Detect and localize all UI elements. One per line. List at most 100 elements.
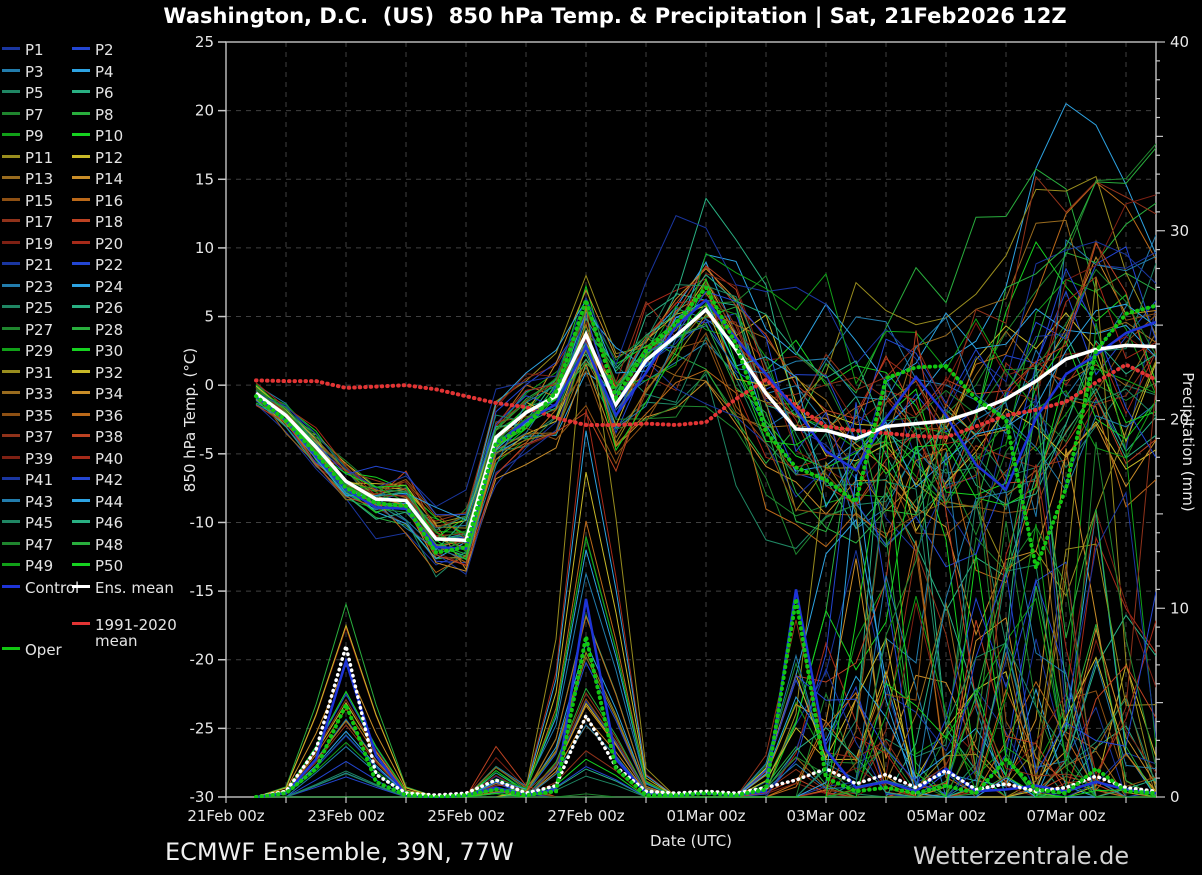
legend-label: P15 xyxy=(25,192,53,210)
svg-text:30: 30 xyxy=(1170,222,1189,240)
legend-member-P5: P5 xyxy=(2,84,44,104)
legend-member-P12: P12 xyxy=(72,149,123,169)
legend-label: P11 xyxy=(25,149,53,167)
legend-member-P36: P36 xyxy=(72,407,123,427)
legend-member-P13: P13 xyxy=(2,170,53,190)
legend-member-P9: P9 xyxy=(2,127,44,147)
svg-text:25: 25 xyxy=(195,33,214,51)
legend-label: P3 xyxy=(25,63,44,81)
legend-swatch xyxy=(72,327,90,330)
svg-text:07Mar 00z: 07Mar 00z xyxy=(1026,807,1105,825)
legend-label: P16 xyxy=(95,192,123,210)
legend-swatch xyxy=(2,327,20,330)
legend-label: P43 xyxy=(25,493,53,511)
svg-text:23Feb 00z: 23Feb 00z xyxy=(307,807,384,825)
legend-label: P44 xyxy=(95,493,123,511)
legend-member-P2: P2 xyxy=(72,41,114,61)
legend-label: P33 xyxy=(25,385,53,403)
legend-swatch xyxy=(72,90,90,93)
legend-member-P42: P42 xyxy=(72,471,123,491)
legend-oper: Oper xyxy=(2,641,62,661)
svg-text:-10: -10 xyxy=(190,513,215,531)
legend-label: P2 xyxy=(95,41,114,59)
svg-text:21Feb 00z: 21Feb 00z xyxy=(187,807,264,825)
legend-member-P28: P28 xyxy=(72,321,123,341)
legend-swatch xyxy=(2,133,20,136)
legend-swatch xyxy=(72,563,90,566)
legend-label: P6 xyxy=(95,84,114,102)
legend-swatch xyxy=(2,112,20,115)
site-watermark: Wetterzentrale.de xyxy=(913,842,1129,870)
legend-swatch xyxy=(72,413,90,416)
legend-member-P22: P22 xyxy=(72,256,123,276)
legend-swatch xyxy=(72,585,90,588)
legend-label: P45 xyxy=(25,514,53,532)
legend-label: P20 xyxy=(95,235,123,253)
legend-member-P27: P27 xyxy=(2,321,53,341)
legend-swatch xyxy=(2,262,20,265)
x-axis-title: Date (UTC) xyxy=(650,832,732,850)
right-axis-title: Precipitation (mm) xyxy=(1179,372,1197,511)
legend-swatch xyxy=(2,348,20,351)
svg-text:05Mar 00z: 05Mar 00z xyxy=(906,807,985,825)
legend-member-P6: P6 xyxy=(72,84,114,104)
legend-label: P1 xyxy=(25,41,44,59)
legend-label: P32 xyxy=(95,364,123,382)
svg-text:0: 0 xyxy=(204,376,214,394)
legend-member-P11: P11 xyxy=(2,149,53,169)
legend-member-P39: P39 xyxy=(2,450,53,470)
legend-swatch xyxy=(72,112,90,115)
legend-swatch xyxy=(2,219,20,222)
legend-swatch xyxy=(72,499,90,502)
page-bottom-strip xyxy=(0,875,1202,881)
legend-label: P13 xyxy=(25,170,53,188)
legend-member-P29: P29 xyxy=(2,342,53,362)
legend-swatch xyxy=(2,69,20,72)
legend-label: P17 xyxy=(25,213,53,231)
svg-text:-30: -30 xyxy=(190,788,215,806)
legend-member-P50: P50 xyxy=(72,557,123,577)
legend-label: P28 xyxy=(95,321,123,339)
legend-member-P20: P20 xyxy=(72,235,123,255)
svg-text:-20: -20 xyxy=(190,651,215,669)
svg-text:40: 40 xyxy=(1170,33,1189,51)
legend-member-P32: P32 xyxy=(72,364,123,384)
legend-member-P26: P26 xyxy=(72,299,123,319)
legend-label: P37 xyxy=(25,428,53,446)
legend-swatch xyxy=(72,434,90,437)
legend-swatch xyxy=(72,219,90,222)
legend-swatch xyxy=(2,284,20,287)
legend-label: P5 xyxy=(25,84,44,102)
legend-climate-mean-line2: mean xyxy=(95,632,138,652)
legend-member-P17: P17 xyxy=(2,213,53,233)
legend-label: P40 xyxy=(95,450,123,468)
legend-label: P35 xyxy=(25,407,53,425)
legend-member-P7: P7 xyxy=(2,106,44,126)
legend-ens-mean: Ens. mean xyxy=(72,579,174,599)
legend-member-P46: P46 xyxy=(72,514,123,534)
legend-swatch xyxy=(72,348,90,351)
legend-label: P7 xyxy=(25,106,44,124)
legend-swatch xyxy=(72,176,90,179)
legend-label: P25 xyxy=(25,299,53,317)
legend-member-P16: P16 xyxy=(72,192,123,212)
legend-label: P18 xyxy=(95,213,123,231)
legend-member-P33: P33 xyxy=(2,385,53,405)
svg-text:-15: -15 xyxy=(190,582,215,600)
legend-member-P34: P34 xyxy=(72,385,123,405)
svg-text:10: 10 xyxy=(195,239,214,257)
legend-swatch xyxy=(2,434,20,437)
legend-label: P41 xyxy=(25,471,53,489)
legend-label: P10 xyxy=(95,127,123,145)
legend-swatch xyxy=(2,391,20,394)
legend-label: P12 xyxy=(95,149,123,167)
legend-member-P15: P15 xyxy=(2,192,53,212)
legend-label: P21 xyxy=(25,256,53,274)
legend-label: P27 xyxy=(25,321,53,339)
legend-label: P22 xyxy=(95,256,123,274)
legend-member-P25: P25 xyxy=(2,299,53,319)
legend-swatch xyxy=(2,542,20,545)
legend-member-P1: P1 xyxy=(2,41,44,61)
legend-swatch xyxy=(2,647,20,650)
legend-member-P48: P48 xyxy=(72,536,123,556)
